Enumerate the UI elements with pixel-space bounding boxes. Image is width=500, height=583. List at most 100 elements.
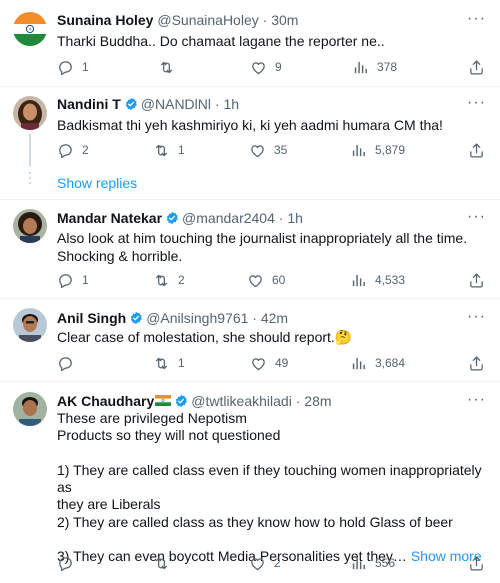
- reply-button[interactable]: 1: [57, 270, 89, 290]
- dot-separator: ·: [262, 12, 268, 28]
- views-icon: [350, 355, 367, 372]
- reply-icon: [57, 142, 74, 159]
- timestamp[interactable]: 1h: [223, 96, 239, 112]
- user-handle[interactable]: @Anilsingh9761: [146, 310, 248, 326]
- display-name[interactable]: Mandar Natekar: [57, 210, 162, 226]
- like-count: 35: [274, 143, 288, 157]
- retweet-button[interactable]: 2: [153, 270, 185, 290]
- retweet-button[interactable]: 1: [153, 353, 185, 373]
- share-icon: [468, 272, 485, 289]
- tweet-header: Sunaina Holey @SunainaHoley · 30m: [57, 11, 298, 29]
- tweet-header: Anil Singh @Anilsingh9761 · 42m: [57, 309, 288, 327]
- more-icon[interactable]: ···: [467, 309, 486, 325]
- views-button[interactable]: 5,879: [350, 140, 405, 160]
- views-button[interactable]: 378: [352, 57, 397, 77]
- share-button[interactable]: [468, 553, 485, 573]
- retweet-button[interactable]: [153, 553, 178, 573]
- avatar[interactable]: [13, 209, 47, 243]
- views-button[interactable]: 556: [350, 553, 395, 573]
- views-icon: [350, 555, 367, 572]
- display-name[interactable]: Nandini T: [57, 96, 121, 112]
- timestamp[interactable]: 28m: [304, 393, 331, 409]
- tweet-text: These are privileged Nepotism Products s…: [57, 410, 487, 566]
- display-name[interactable]: Anil Singh: [57, 310, 126, 326]
- avatar[interactable]: [13, 96, 47, 130]
- retweet-button[interactable]: 1: [153, 140, 185, 160]
- avatar[interactable]: [13, 392, 47, 426]
- tweet-text-content: Clear case of molestation, she should re…: [57, 329, 335, 345]
- dot-separator: ·: [252, 310, 257, 326]
- more-icon[interactable]: ···: [467, 11, 486, 27]
- india-flag-icon: [13, 12, 47, 46]
- user-handle[interactable]: @mandar2404: [182, 210, 275, 226]
- dot-separator: ·: [214, 96, 220, 112]
- reply-count: 1: [82, 273, 89, 287]
- timestamp[interactable]: 30m: [271, 12, 298, 28]
- tweet-actions: 1 9 378: [57, 57, 489, 77]
- woman-photo-icon: [13, 96, 47, 130]
- man-photo-2-icon: [13, 392, 47, 426]
- retweet-icon: [158, 59, 175, 76]
- avatar[interactable]: [13, 12, 47, 46]
- tweet-text: Tharki Buddha.. Do chamaat lagane the re…: [57, 33, 385, 49]
- user-handle[interactable]: @SunainaHoley: [157, 12, 258, 28]
- reply-button[interactable]: 1: [57, 57, 89, 77]
- tweet-text: Badkismat thi yeh kashmiriyo ki, ki yeh …: [57, 117, 443, 133]
- view-count: 4,533: [375, 273, 406, 287]
- more-icon[interactable]: ···: [467, 392, 486, 408]
- user-handle[interactable]: @NANDlNl: [141, 96, 211, 112]
- like-icon: [247, 272, 264, 289]
- more-icon[interactable]: ···: [467, 209, 486, 225]
- like-count: 49: [275, 356, 289, 370]
- views-button[interactable]: 3,684: [350, 353, 405, 373]
- divider: [0, 381, 500, 382]
- like-button[interactable]: 2: [249, 553, 281, 573]
- retweet-count: 1: [178, 143, 185, 157]
- tweet-header: Nandini T @NANDlNl · 1h: [57, 95, 239, 113]
- display-name[interactable]: Sunaina Holey: [57, 12, 153, 28]
- more-icon[interactable]: ···: [467, 95, 486, 111]
- share-icon: [468, 355, 485, 372]
- views-icon: [352, 59, 369, 76]
- share-button[interactable]: [468, 353, 485, 373]
- share-button[interactable]: [468, 57, 485, 77]
- tweet-text: Clear case of molestation, she should re…: [57, 328, 487, 347]
- view-count: 5,879: [375, 143, 406, 157]
- show-replies-link[interactable]: Show replies: [57, 175, 137, 191]
- like-button[interactable]: 60: [247, 270, 285, 290]
- man-photo-icon: [13, 308, 47, 342]
- like-icon: [250, 355, 267, 372]
- thread-line: [29, 134, 31, 166]
- dot-separator: ·: [278, 210, 284, 226]
- share-button[interactable]: [468, 270, 485, 290]
- reply-button[interactable]: 2: [57, 140, 89, 160]
- tweet-header: AK Chaudhary @twtlikeakhiladi · 28m: [57, 392, 332, 410]
- dot-separator: ·: [295, 393, 301, 409]
- tweet-actions: 1 49 3,684: [57, 353, 489, 373]
- divider: [0, 199, 500, 200]
- like-icon: [249, 555, 266, 572]
- tweet-actions: 1 2 60 4,533: [57, 270, 489, 290]
- share-button[interactable]: [468, 140, 485, 160]
- tweet-header: Mandar Natekar @mandar2404 · 1h: [57, 209, 303, 227]
- reply-count: 2: [82, 143, 89, 157]
- like-button[interactable]: 49: [250, 353, 288, 373]
- timestamp[interactable]: 1h: [287, 210, 303, 226]
- avatar[interactable]: [13, 308, 47, 342]
- like-button[interactable]: 9: [250, 57, 282, 77]
- views-button[interactable]: 4,533: [350, 270, 405, 290]
- like-button[interactable]: 35: [249, 140, 287, 160]
- display-name[interactable]: AK Chaudhary: [57, 393, 154, 409]
- view-count: 378: [377, 60, 398, 74]
- user-handle[interactable]: @twtlikeakhiladi: [191, 393, 292, 409]
- reply-button[interactable]: [57, 353, 82, 373]
- like-icon: [250, 59, 267, 76]
- reply-icon: [57, 555, 74, 572]
- timestamp[interactable]: 42m: [261, 310, 288, 326]
- like-icon: [249, 142, 266, 159]
- like-count: 60: [272, 273, 286, 287]
- views-icon: [350, 272, 367, 289]
- reply-button[interactable]: [57, 553, 82, 573]
- retweet-button[interactable]: [158, 57, 183, 77]
- retweet-icon: [153, 272, 170, 289]
